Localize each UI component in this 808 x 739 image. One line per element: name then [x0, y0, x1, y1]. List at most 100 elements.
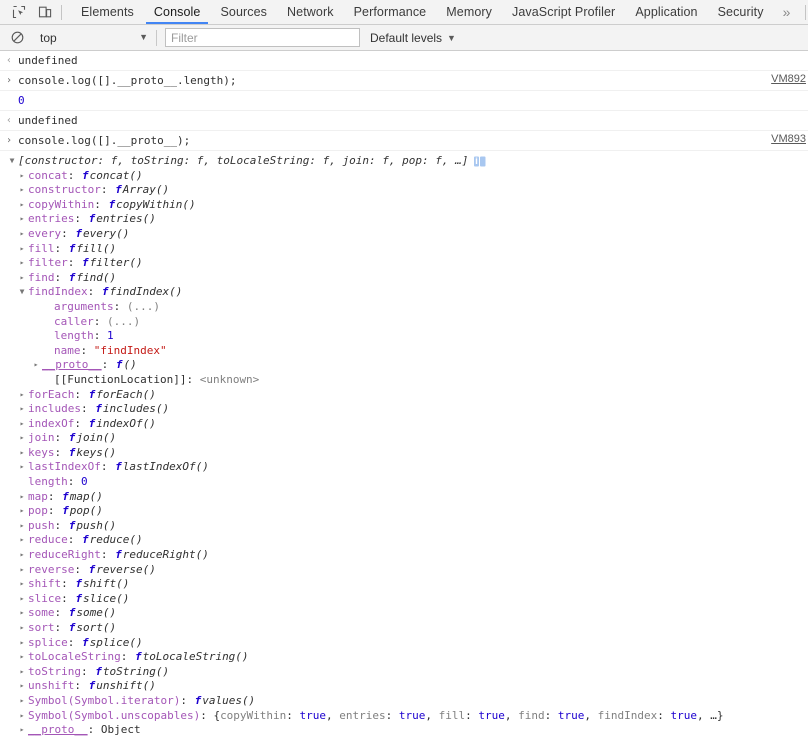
clear-console-icon[interactable]	[6, 27, 28, 49]
object-property-row[interactable]: ▸ toString: f toString()	[0, 665, 808, 680]
disclosure-triangle-closed-icon[interactable]: ▸	[30, 358, 42, 373]
disclosure-triangle-closed-icon[interactable]: ▸	[16, 256, 28, 271]
object-property-row[interactable]: ▸ slice: f slice()	[0, 592, 808, 607]
disclosure-triangle-closed-icon[interactable]: ▸	[16, 169, 28, 184]
object-property-row[interactable]: ▸ reduceRight: f reduceRight()	[0, 548, 808, 563]
object-property-row[interactable]: [[FunctionLocation]]: <unknown>	[0, 373, 808, 388]
object-tree-header[interactable]: ▼ [constructor: f, toString: f, toLocaleS…	[0, 154, 808, 169]
tab-javascript-profiler[interactable]: JavaScript Profiler	[502, 0, 625, 24]
object-property-row[interactable]: ▸ keys: f keys()	[0, 446, 808, 461]
object-property-row[interactable]: ▸ unshift: f unshift()	[0, 679, 808, 694]
object-property-row[interactable]: ▸ find: f find()	[0, 271, 808, 286]
object-property-row[interactable]: ▸ Symbol(Symbol.iterator): f values()	[0, 694, 808, 709]
object-property-row[interactable]: ▸ pop: f pop()	[0, 504, 808, 519]
log-levels-selector[interactable]: Default levels ▼	[370, 31, 456, 45]
disclosure-triangle-closed-icon[interactable]: ▸	[16, 490, 28, 505]
object-property-row[interactable]: ▸ some: f some()	[0, 606, 808, 621]
disclosure-triangle-open-icon[interactable]: ▼	[16, 285, 28, 300]
object-property-row[interactable]: ▸ map: f map()	[0, 490, 808, 505]
object-property-row[interactable]: arguments: (...)	[0, 300, 808, 315]
object-property-row[interactable]: length: 0	[0, 475, 808, 490]
disclosure-triangle-closed-icon[interactable]: ▸	[16, 709, 28, 724]
disclosure-triangle-closed-icon[interactable]: ▸	[16, 402, 28, 417]
disclosure-triangle-open-icon[interactable]: ▼	[6, 154, 18, 169]
disclosure-triangle-closed-icon[interactable]: ▸	[16, 723, 28, 738]
object-property-row[interactable]: ▸ includes: f includes()	[0, 402, 808, 417]
object-property-row[interactable]: ▸ reverse: f reverse()	[0, 563, 808, 578]
object-property-row[interactable]: ▸ copyWithin: f copyWithin()	[0, 198, 808, 213]
object-property-row[interactable]: ▸ every: f every()	[0, 227, 808, 242]
disclosure-triangle-closed-icon[interactable]: ▸	[16, 417, 28, 432]
more-tabs-icon[interactable]: »	[774, 0, 800, 24]
object-property-row[interactable]: ▸ indexOf: f indexOf()	[0, 417, 808, 432]
source-link[interactable]: VM892	[771, 73, 806, 85]
tab-elements[interactable]: Elements	[71, 0, 144, 24]
object-property-row[interactable]: ▸ sort: f sort()	[0, 621, 808, 636]
tab-memory[interactable]: Memory	[436, 0, 502, 24]
inspect-element-icon[interactable]	[6, 0, 32, 24]
info-badge-icon[interactable]	[474, 156, 486, 167]
object-property-row[interactable]: ▸ lastIndexOf: f lastIndexOf()	[0, 460, 808, 475]
disclosure-triangle-closed-icon[interactable]: ▸	[16, 388, 28, 403]
disclosure-triangle-closed-icon[interactable]: ▸	[16, 606, 28, 621]
property-name: unshift	[28, 679, 75, 693]
object-property-row[interactable]: ▸ concat: f concat()	[0, 169, 808, 184]
filter-input[interactable]	[165, 28, 360, 47]
disclosure-triangle-closed-icon[interactable]: ▸	[16, 519, 28, 534]
object-property-row[interactable]: caller: (...)	[0, 315, 808, 330]
object-property-row[interactable]: ▸ reduce: f reduce()	[0, 533, 808, 548]
object-property-row[interactable]: ▸ push: f push()	[0, 519, 808, 534]
object-property-row[interactable]: ▸ shift: f shift()	[0, 577, 808, 592]
object-property-row[interactable]: name: "findIndex"	[0, 344, 808, 359]
object-property-row[interactable]: ▸ entries: f entries()	[0, 212, 808, 227]
disclosure-triangle-closed-icon[interactable]: ▸	[16, 460, 28, 475]
disclosure-triangle-closed-icon[interactable]: ▸	[16, 271, 28, 286]
disclosure-triangle-closed-icon[interactable]: ▸	[16, 446, 28, 461]
execution-context-selector[interactable]: top ▼	[32, 28, 152, 48]
object-property-row[interactable]: ▸ filter: f filter()	[0, 256, 808, 271]
disclosure-triangle-closed-icon[interactable]: ▸	[16, 650, 28, 665]
disclosure-triangle-closed-icon[interactable]: ▸	[16, 694, 28, 709]
tab-network[interactable]: Network	[277, 0, 344, 24]
disclosure-triangle-closed-icon[interactable]: ▸	[16, 665, 28, 680]
property-separator: :	[93, 329, 107, 343]
object-property-row[interactable]: length: 1	[0, 329, 808, 344]
object-property-row[interactable]: ▸ constructor: f Array()	[0, 183, 808, 198]
disclosure-triangle-closed-icon[interactable]: ▸	[16, 198, 28, 213]
disclosure-triangle-closed-icon[interactable]: ▸	[16, 227, 28, 242]
object-property-row[interactable]: ▸ splice: f splice()	[0, 636, 808, 651]
tab-console[interactable]: Console	[144, 0, 211, 24]
console-message-list[interactable]: ‹ undefined › console.log([].__proto__.leng…	[0, 51, 808, 739]
disclosure-triangle-closed-icon[interactable]: ▸	[16, 533, 28, 548]
tab-performance[interactable]: Performance	[344, 0, 437, 24]
object-property-row[interactable]: ▸ forEach: f forEach()	[0, 388, 808, 403]
disclosure-triangle-closed-icon[interactable]: ▸	[16, 548, 28, 563]
source-link[interactable]: VM893	[771, 133, 806, 145]
disclosure-triangle-closed-icon[interactable]: ▸	[16, 621, 28, 636]
device-toolbar-icon[interactable]	[32, 0, 58, 24]
disclosure-triangle-closed-icon[interactable]: ▸	[16, 212, 28, 227]
tab-sources[interactable]: Sources	[210, 0, 277, 24]
disclosure-triangle-closed-icon[interactable]: ▸	[16, 431, 28, 446]
object-property-row[interactable]: ▸ __proto__: f()	[0, 358, 808, 373]
object-property-row[interactable]: ▸ Symbol(Symbol.unscopables): {copyWithin…	[0, 709, 808, 724]
disclosure-triangle-closed-icon[interactable]: ▸	[16, 183, 28, 198]
object-property-row[interactable]: ▼ findIndex: f findIndex()	[0, 285, 808, 300]
property-value[interactable]: (...)	[127, 300, 160, 315]
object-property-row[interactable]: ▸ join: f join()	[0, 431, 808, 446]
disclosure-triangle-closed-icon[interactable]: ▸	[16, 242, 28, 257]
disclosure-triangle-closed-icon[interactable]: ▸	[16, 563, 28, 578]
property-value[interactable]: (...)	[107, 315, 140, 330]
input-arrow-icon: ›	[5, 135, 13, 146]
disclosure-triangle-closed-icon[interactable]: ▸	[16, 577, 28, 592]
tab-application[interactable]: Application	[625, 0, 707, 24]
tab-security[interactable]: Security	[708, 0, 774, 24]
disclosure-triangle-closed-icon[interactable]: ▸	[16, 636, 28, 651]
object-property-row[interactable]: ▸ fill: f fill()	[0, 242, 808, 257]
object-property-row[interactable]: ▸ toLocaleString: f toLocaleString()	[0, 650, 808, 665]
property-name: caller	[54, 314, 94, 328]
disclosure-triangle-closed-icon[interactable]: ▸	[16, 504, 28, 519]
disclosure-triangle-closed-icon[interactable]: ▸	[16, 679, 28, 694]
disclosure-triangle-closed-icon[interactable]: ▸	[16, 592, 28, 607]
object-property-row[interactable]: ▸ __proto__: Object	[0, 723, 808, 738]
